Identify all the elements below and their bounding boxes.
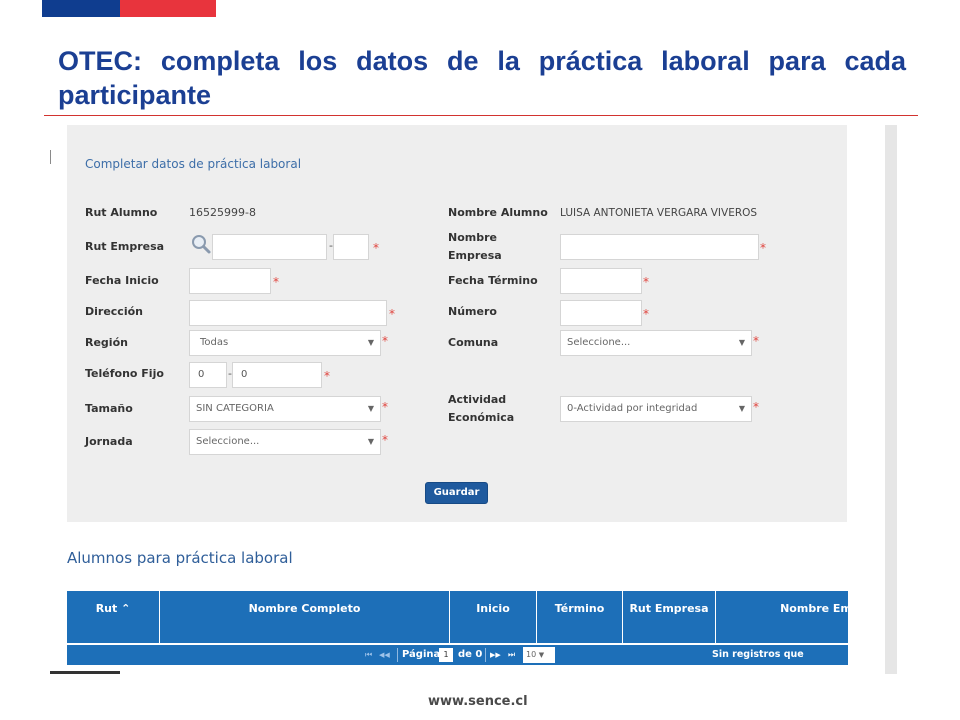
form-title: Completar datos de práctica laboral: [85, 157, 302, 171]
nombre-alumno-label: Nombre Alumno: [448, 206, 548, 219]
tamano-select[interactable]: SIN CATEGORIA ▼: [189, 396, 381, 422]
slide-title: OTEC: completa los datos de la práctica …: [58, 46, 906, 110]
chevron-down-icon: ▼: [367, 338, 374, 347]
required-mark: *: [373, 241, 379, 255]
flag-blue-stripe: [42, 0, 120, 17]
chevron-down-icon: ▼: [538, 651, 545, 659]
comuna-label: Comuna: [448, 336, 499, 349]
fecha-termino-input[interactable]: [560, 268, 642, 294]
pager-separator: [397, 648, 398, 662]
actividad-label-line2: Económica: [448, 411, 515, 424]
first-page-icon[interactable]: ⏮: [365, 645, 372, 665]
page-number-input[interactable]: 1: [439, 648, 453, 662]
next-page-icon[interactable]: ▶▶: [490, 645, 501, 665]
region-selected: Todas: [200, 337, 229, 348]
page-label: Página: [402, 649, 441, 660]
telefono-number-input[interactable]: 0: [232, 362, 322, 388]
fecha-inicio-input[interactable]: [189, 268, 271, 294]
required-mark: *: [753, 400, 759, 414]
tamano-selected: SIN CATEGORIA: [196, 403, 274, 414]
column-header-termino[interactable]: Término: [537, 591, 623, 643]
numero-input[interactable]: [560, 300, 642, 326]
telefono-code-input[interactable]: 0: [189, 362, 227, 388]
telefono-label: Teléfono Fijo: [85, 367, 164, 380]
required-mark: *: [382, 334, 388, 348]
flag-red-stripe: [120, 0, 216, 17]
practice-form-panel: Completar datos de práctica laboral Rut …: [67, 125, 847, 522]
footer-url: www.sence.cl: [428, 694, 528, 709]
rut-alumno-label: Rut Alumno: [85, 206, 158, 219]
jornada-selected: Seleccione...: [196, 436, 260, 447]
required-mark: *: [643, 307, 649, 321]
required-mark: *: [760, 241, 766, 255]
column-header-nombre-completo[interactable]: Nombre Completo: [160, 591, 450, 643]
actividad-selected: 0-Actividad por integridad: [567, 403, 698, 414]
tamano-label: Tamaño: [85, 402, 133, 415]
window-bottom-tab: [50, 671, 120, 674]
required-mark: *: [324, 369, 330, 383]
required-mark: *: [382, 433, 388, 447]
required-mark: *: [273, 275, 279, 289]
nombre-empresa-label-line2: Empresa: [448, 249, 502, 262]
rut-empresa-input[interactable]: [212, 234, 327, 260]
column-header-inicio[interactable]: Inicio: [450, 591, 537, 643]
rut-empresa-label: Rut Empresa: [85, 240, 165, 253]
required-mark: *: [389, 307, 395, 321]
chevron-down-icon: ▼: [367, 404, 374, 413]
column-header-rut-empresa[interactable]: Rut Empresa: [623, 591, 716, 643]
actividad-select[interactable]: 0-Actividad por integridad ▼: [560, 396, 752, 422]
comuna-selected: Seleccione...: [567, 337, 631, 348]
numero-label: Número: [448, 305, 497, 318]
required-mark: *: [753, 334, 759, 348]
save-button[interactable]: Guardar: [425, 482, 488, 504]
students-section-title: Alumnos para práctica laboral: [67, 549, 293, 567]
nombre-empresa-input[interactable]: [560, 234, 759, 260]
fecha-termino-label: Fecha Término: [448, 274, 538, 287]
rut-alumno-value: 16525999-8: [189, 206, 256, 219]
last-page-icon[interactable]: ⏭: [508, 645, 515, 665]
search-icon[interactable]: [190, 233, 212, 255]
direccion-input[interactable]: [189, 300, 387, 326]
jornada-label: Jornada: [85, 435, 133, 448]
column-header-nombre-empresa[interactable]: Nombre Em: [716, 591, 848, 643]
chevron-down-icon: ▼: [738, 404, 745, 413]
chevron-down-icon: ▼: [738, 338, 745, 347]
chevron-down-icon: ▼: [367, 437, 374, 446]
column-header-rut[interactable]: Rut ⌃: [67, 591, 160, 643]
scrollbar-track[interactable]: [885, 125, 897, 674]
page-size-select[interactable]: 10 ▼: [523, 647, 555, 663]
actividad-label-line1: Actividad: [448, 393, 507, 406]
nombre-empresa-label-line1: Nombre: [448, 231, 497, 244]
empty-records-text: Sin registros que mostrar: [712, 649, 804, 680]
fecha-inicio-label: Fecha Inicio: [85, 274, 159, 287]
page-of-label: de 0: [458, 649, 483, 660]
required-mark: *: [643, 275, 649, 289]
page-size-value: 10: [526, 650, 537, 659]
window-edge-mark: [50, 150, 51, 164]
nombre-alumno-value: LUISA ANTONIETA VERGARA VIVEROS: [560, 207, 758, 219]
region-select[interactable]: Todas ▼: [189, 330, 381, 356]
comuna-select[interactable]: Seleccione... ▼: [560, 330, 752, 356]
direccion-label: Dirección: [85, 305, 143, 318]
region-label: Región: [85, 336, 128, 349]
title-divider: [44, 115, 918, 116]
students-table-header: Rut ⌃ Nombre Completo Inicio Término Rut…: [67, 591, 848, 643]
table-pager: ⏮ ◀◀ Página 1 de 0 ▶▶ ⏭ 10 ▼ Sin registr…: [67, 645, 848, 680]
required-mark: *: [382, 400, 388, 414]
pager-separator: [485, 648, 486, 662]
prev-page-icon[interactable]: ◀◀: [379, 645, 390, 665]
rut-empresa-dv-input[interactable]: [333, 234, 369, 260]
jornada-select[interactable]: Seleccione... ▼: [189, 429, 381, 455]
